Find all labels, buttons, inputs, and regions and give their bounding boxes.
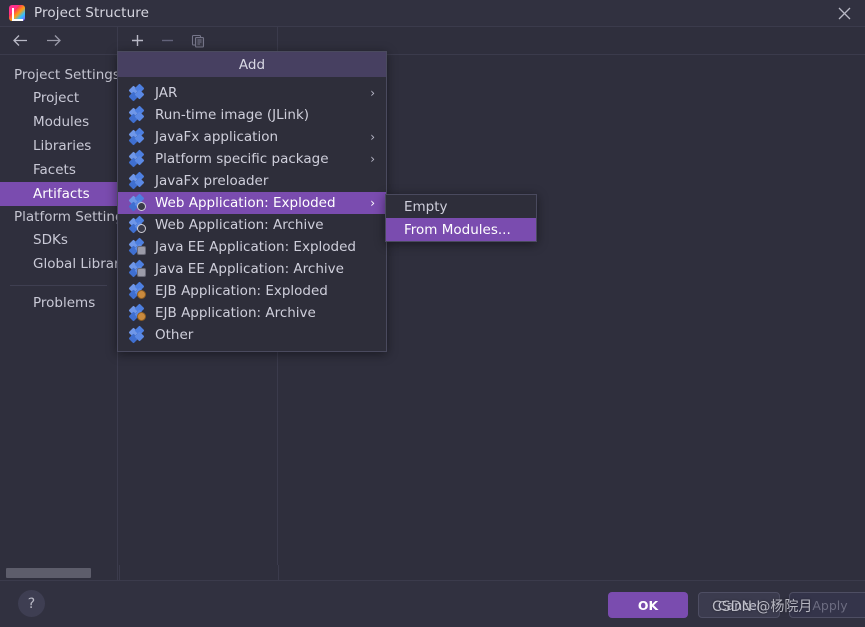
horizontal-scrollbar-thumb[interactable] [6, 568, 91, 578]
pane-divider-right [278, 565, 279, 580]
sidebar-item-project[interactable]: Project [0, 86, 117, 110]
menu-item-java-ee-application-exploded[interactable]: Java EE Application: Exploded [118, 236, 386, 258]
javaee-artifact-icon [128, 259, 146, 277]
menu-item-web-application-exploded[interactable]: Web Application: Exploded › [118, 192, 386, 214]
sidebar-item-modules[interactable]: Modules [0, 110, 117, 134]
menu-item-javafx-application[interactable]: JavaFx application › [118, 126, 386, 148]
sidebar-group-platform-settings: Platform Settings [14, 209, 131, 225]
sidebar-item-artifacts[interactable]: Artifacts [0, 182, 117, 206]
menu-item-label: JavaFx application [155, 129, 279, 145]
ejb-artifact-icon [128, 303, 146, 321]
add-menu-title: Add [118, 52, 386, 77]
sidebar-item-global-libraries[interactable]: Global Libraries [0, 252, 139, 276]
sidebar-item-problems[interactable]: Problems [0, 291, 117, 315]
intellij-idea-icon [9, 5, 25, 21]
title-bar: Project Structure [0, 0, 865, 27]
web-artifact-icon [128, 215, 146, 233]
menu-item-web-application-archive[interactable]: Web Application: Archive [118, 214, 386, 236]
menu-item-label: Web Application: Archive [155, 217, 324, 233]
sidebar: Project Settings Project Modules Librari… [0, 27, 139, 565]
add-artifact-menu: Add JAR › Run-time image (JLink) JavaFx … [117, 51, 387, 352]
javaee-artifact-icon [128, 237, 146, 255]
minus-icon [161, 34, 174, 47]
arrow-right-icon[interactable] [45, 34, 62, 47]
pane-divider-left [119, 565, 120, 580]
menu-item-platform-specific-package[interactable]: Platform specific package › [118, 148, 386, 170]
sidebar-item-libraries[interactable]: Libraries [0, 134, 117, 158]
sidebar-list: Project Settings Project Modules Librari… [0, 55, 139, 315]
plus-icon[interactable] [131, 34, 144, 47]
menu-item-label: Other [155, 327, 194, 343]
pane-footer-strip [119, 565, 865, 580]
chevron-right-icon: › [370, 152, 375, 166]
dialog-button-bar: ? OK Cancel Apply [0, 580, 865, 627]
help-button[interactable]: ? [18, 590, 45, 617]
menu-item-label: Platform specific package [155, 151, 329, 167]
apply-button[interactable]: Apply [789, 592, 865, 618]
sidebar-group-project-settings: Project Settings [14, 67, 120, 83]
menu-item-runtime-image-jlink[interactable]: Run-time image (JLink) [118, 104, 386, 126]
menu-item-label: Java EE Application: Exploded [155, 239, 356, 255]
menu-item-ejb-application-archive[interactable]: EJB Application: Archive [118, 302, 386, 324]
close-icon[interactable] [823, 0, 865, 27]
artifact-icon [128, 149, 146, 167]
web-application-exploded-submenu: Empty From Modules... [385, 194, 537, 242]
menu-item-javafx-preloader[interactable]: JavaFx preloader [118, 170, 386, 192]
menu-item-jar[interactable]: JAR › [118, 82, 386, 104]
artifact-icon [128, 171, 146, 189]
project-structure-dialog: Project Structure Project Settings Proje… [0, 0, 865, 627]
submenu-item-label: From Modules... [404, 221, 511, 238]
web-artifact-icon [128, 193, 146, 211]
arrow-left-icon[interactable] [12, 34, 29, 47]
artifact-icon [128, 105, 146, 123]
artifact-icon [128, 325, 146, 343]
sidebar-nav-toolbar [0, 27, 117, 55]
menu-item-label: EJB Application: Archive [155, 305, 316, 321]
artifact-icon [128, 127, 146, 145]
artifact-icon [128, 83, 146, 101]
menu-item-label: Web Application: Exploded [155, 195, 336, 211]
chevron-right-icon: › [370, 196, 375, 210]
chevron-right-icon: › [370, 130, 375, 144]
ejb-artifact-icon [128, 281, 146, 299]
submenu-item-empty[interactable]: Empty [386, 195, 536, 218]
sidebar-divider [10, 285, 107, 286]
menu-item-label: EJB Application: Exploded [155, 283, 328, 299]
menu-item-ejb-application-exploded[interactable]: EJB Application: Exploded [118, 280, 386, 302]
copy-icon [191, 34, 205, 48]
sidebar-item-facets[interactable]: Facets [0, 158, 117, 182]
menu-item-other[interactable]: Other [118, 324, 386, 346]
menu-item-java-ee-application-archive[interactable]: Java EE Application: Archive [118, 258, 386, 280]
menu-item-label: Run-time image (JLink) [155, 107, 310, 123]
menu-item-label: Java EE Application: Archive [155, 261, 344, 277]
submenu-item-label: Empty [404, 198, 448, 215]
chevron-right-icon: › [370, 86, 375, 100]
cancel-button[interactable]: Cancel [698, 592, 780, 618]
ok-button[interactable]: OK [608, 592, 688, 618]
menu-item-label: JAR [155, 85, 178, 101]
menu-item-label: JavaFx preloader [155, 173, 269, 189]
window-title: Project Structure [34, 5, 149, 21]
sidebar-item-sdks[interactable]: SDKs [0, 228, 117, 252]
submenu-item-from-modules[interactable]: From Modules... [386, 218, 536, 241]
add-menu-items: JAR › Run-time image (JLink) JavaFx appl… [118, 77, 386, 351]
